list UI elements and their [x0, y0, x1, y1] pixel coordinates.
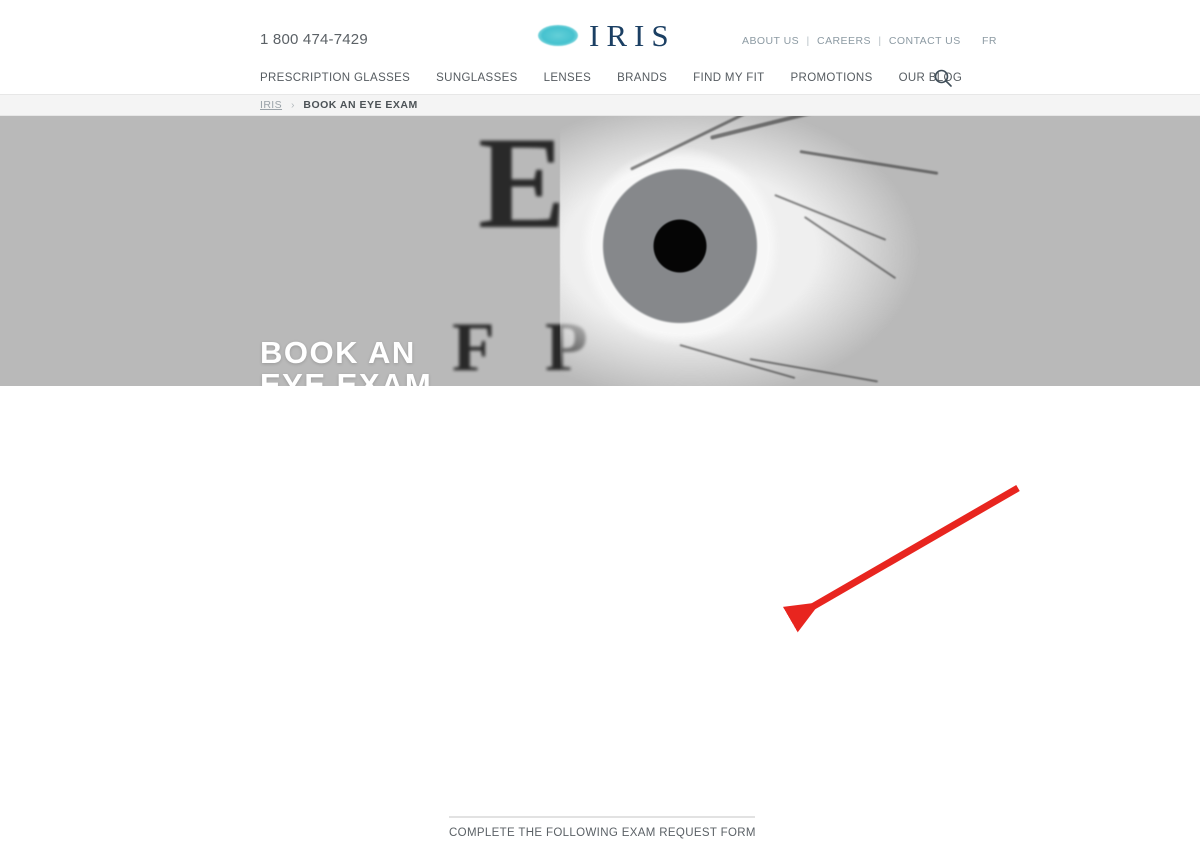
form-section-header: COMPLETE THE FOLLOWING EXAM REQUEST FORM [449, 816, 756, 842]
form-section-label: COMPLETE THE FOLLOWING EXAM REQUEST FORM [449, 827, 756, 839]
breadcrumb-chevron-icon: › [290, 99, 295, 111]
site-header: 1 800 474-7429 IRIS ABOUT US | CAREERS |… [0, 0, 1200, 94]
eye-lens-icon [538, 25, 578, 46]
top-link-careers[interactable]: CAREERS [817, 35, 871, 47]
nav-item-prescription-glasses[interactable]: PRESCRIPTION GLASSES [260, 72, 410, 84]
nav-item-find-my-fit[interactable]: FIND MY FIT [693, 72, 764, 84]
nav-item-sunglasses[interactable]: SUNGLASSES [436, 72, 517, 84]
nav-item-brands[interactable]: BRANDS [617, 72, 667, 84]
breadcrumb-root[interactable]: IRIS [260, 99, 282, 111]
top-link-contact-us[interactable]: CONTACT US [889, 35, 961, 47]
hero-banner: E F P T O Z L P E D BOOK AN EYE EXAM [0, 116, 1200, 386]
utility-nav: ABOUT US | CAREERS | CONTACT US FR [742, 35, 997, 47]
main-navigation: PRESCRIPTION GLASSES SUNGLASSES LENSES B… [260, 72, 962, 84]
breadcrumb-bar: IRIS › BOOK AN EYE EXAM [0, 94, 1200, 116]
nav-item-promotions[interactable]: PROMOTIONS [791, 72, 873, 84]
search-icon[interactable] [933, 68, 953, 88]
language-switch-fr[interactable]: FR [982, 35, 997, 47]
hero-title-line-2: EYE EXAM [260, 367, 433, 387]
top-link-about-us[interactable]: ABOUT US [742, 35, 799, 47]
logo-wordmark: IRIS [589, 18, 676, 53]
breadcrumb: IRIS › BOOK AN EYE EXAM [260, 99, 418, 111]
phone-number-text: 1 800 474-7429 [260, 31, 368, 48]
top-link-separator-2: | [878, 35, 882, 47]
chart-letter-f: F [452, 309, 495, 386]
hero-title-line-1: BOOK AN [260, 335, 416, 370]
nav-item-lenses[interactable]: LENSES [544, 72, 591, 84]
iris-logo[interactable]: IRIS [538, 20, 676, 51]
chart-letter-e: E [478, 116, 567, 256]
eye-photo-graphic [560, 116, 1030, 386]
breadcrumb-current: BOOK AN EYE EXAM [303, 99, 418, 111]
top-link-separator-1: | [806, 35, 810, 47]
page-root: 1 800 474-7429 IRIS ABOUT US | CAREERS |… [0, 0, 1200, 842]
hero-title: BOOK AN EYE EXAM [260, 335, 433, 387]
